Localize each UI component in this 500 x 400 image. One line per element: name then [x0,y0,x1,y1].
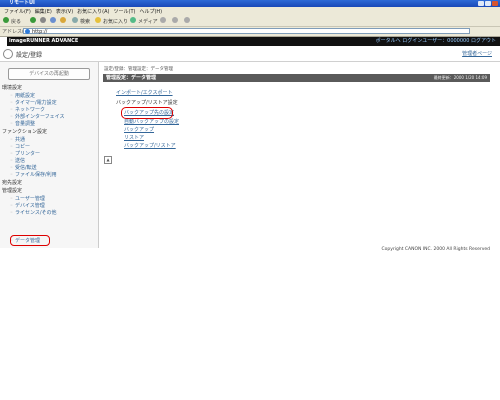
mail-icon[interactable] [172,17,178,23]
sidebar: デバイスの再起動 環境設定 ◦ 用紙設定 ◦ タイマー/電力設定 ◦ ネットワーク ◦… [0,62,99,248]
home-icon[interactable] [60,17,66,23]
sub-header: 設定/登録 管理者ページ [0,46,500,62]
backup-restore-heading: バックアップ/リストア設定 [116,100,178,106]
sidebar-item-receive[interactable]: ◦ 受信/転送 [10,164,37,171]
sidebar-heading-function[interactable]: ファンクション設定 [2,128,47,135]
page-title: 設定/登録 [16,52,43,59]
stop-icon[interactable] [40,17,46,23]
window-title: リモートUI [9,0,35,6]
sidebar-heading-management[interactable]: 管理設定 [2,187,22,194]
address-bar: アドレス(D) http:// [0,27,500,37]
sidebar-item-file-storage[interactable]: ◦ ファイル保存/利用 [10,171,57,178]
admin-page-link[interactable]: 管理者ページ [462,50,492,57]
media-icon[interactable] [130,17,136,23]
menu-edit[interactable]: 編集(E) [35,8,52,15]
sidebar-item-common[interactable]: ◦ 共通 [10,136,25,143]
page-top-icon[interactable]: ▲ [104,156,112,164]
auto-backup-link[interactable]: 自動バックアップの設定 [124,118,179,125]
favorites-icon[interactable] [95,17,101,23]
sidebar-heading-destination[interactable]: 宛先設定 [2,179,22,186]
restart-device-button[interactable]: デバイスの再起動 [8,68,90,80]
breadcrumb: 設定/登録：管理設定：データ管理 [104,67,174,72]
browser-toolbar: 戻る 検索 お気に入り メディア [0,15,500,27]
back-icon[interactable] [3,17,9,23]
sidebar-item-license[interactable]: ◦ ライセンス/その他 [10,209,57,216]
sidebar-item-volume[interactable]: ◦ 音量調整 [10,120,35,127]
sidebar-item-device-management[interactable]: ◦ デバイス管理 [10,202,45,209]
menu-help[interactable]: ヘルプ(H) [139,8,162,15]
refresh-icon[interactable] [50,17,56,23]
content-title-bar: 管理設定：データ管理 最終更新：2000 1/20 14:09 [103,74,490,82]
window-titlebar: リモートUI [0,0,500,7]
forward-icon[interactable] [30,17,36,23]
brand-name: imageRUNNER ADVANCE [9,38,79,44]
sidebar-item-interface[interactable]: ◦ 外部インターフェイス [10,113,65,120]
sidebar-item-send[interactable]: ◦ 送信 [10,157,25,164]
print-icon[interactable] [184,17,190,23]
sidebar-item-user-management[interactable]: ◦ ユーザー管理 [10,195,45,202]
import-export-link[interactable]: インポート/エクスポート [116,89,173,96]
menu-tools[interactable]: ツール(T) [114,8,136,15]
search-label[interactable]: 検索 [80,18,90,25]
address-input[interactable]: http:// [23,28,470,35]
sidebar-item-paper[interactable]: ◦ 用紙設定 [10,92,35,99]
close-button[interactable] [492,1,498,6]
favorites-label[interactable]: お気に入り [103,18,128,25]
maximize-button[interactable] [485,1,491,6]
app-header: imageRUNNER ADVANCE ポータルへ ログインユーザー：00000… [0,37,500,46]
sidebar-item-timer[interactable]: ◦ タイマー/電力設定 [10,99,57,106]
menu-file[interactable]: ファイル(F) [4,8,31,15]
menu-view[interactable]: 表示(V) [56,8,73,15]
sidebar-item-printer[interactable]: ◦ プリンター [10,150,40,157]
last-updated: 最終更新：2000 1/20 14:09 [433,75,487,80]
menu-favorites[interactable]: お気に入り(A) [77,8,109,15]
login-user-links[interactable]: ポータルへ ログインユーザー：0000000 ログアウト [376,37,496,46]
sidebar-heading-environment[interactable]: 環境設定 [2,84,22,91]
back-label[interactable]: 戻る [11,18,21,25]
backup-restore-link[interactable]: バックアップ/リストア [124,142,176,149]
backup-link[interactable]: バックアップ [124,126,154,133]
logo-icon [0,37,7,46]
content-title: 管理設定：データ管理 [106,75,157,81]
gear-icon [3,49,13,59]
page-icon [25,29,30,34]
search-icon[interactable] [72,17,78,23]
restore-link[interactable]: リストア [124,134,144,141]
media-label[interactable]: メディア [138,18,158,25]
sidebar-item-copy[interactable]: ◦ コピー [10,143,30,150]
history-icon[interactable] [160,17,166,23]
sidebar-item-network[interactable]: ◦ ネットワーク [10,106,45,113]
minimize-button[interactable] [478,1,484,6]
copyright: Copyright CANON INC. 2000 All Rights Res… [381,247,490,252]
highlight-circle-sidebar [10,235,50,246]
